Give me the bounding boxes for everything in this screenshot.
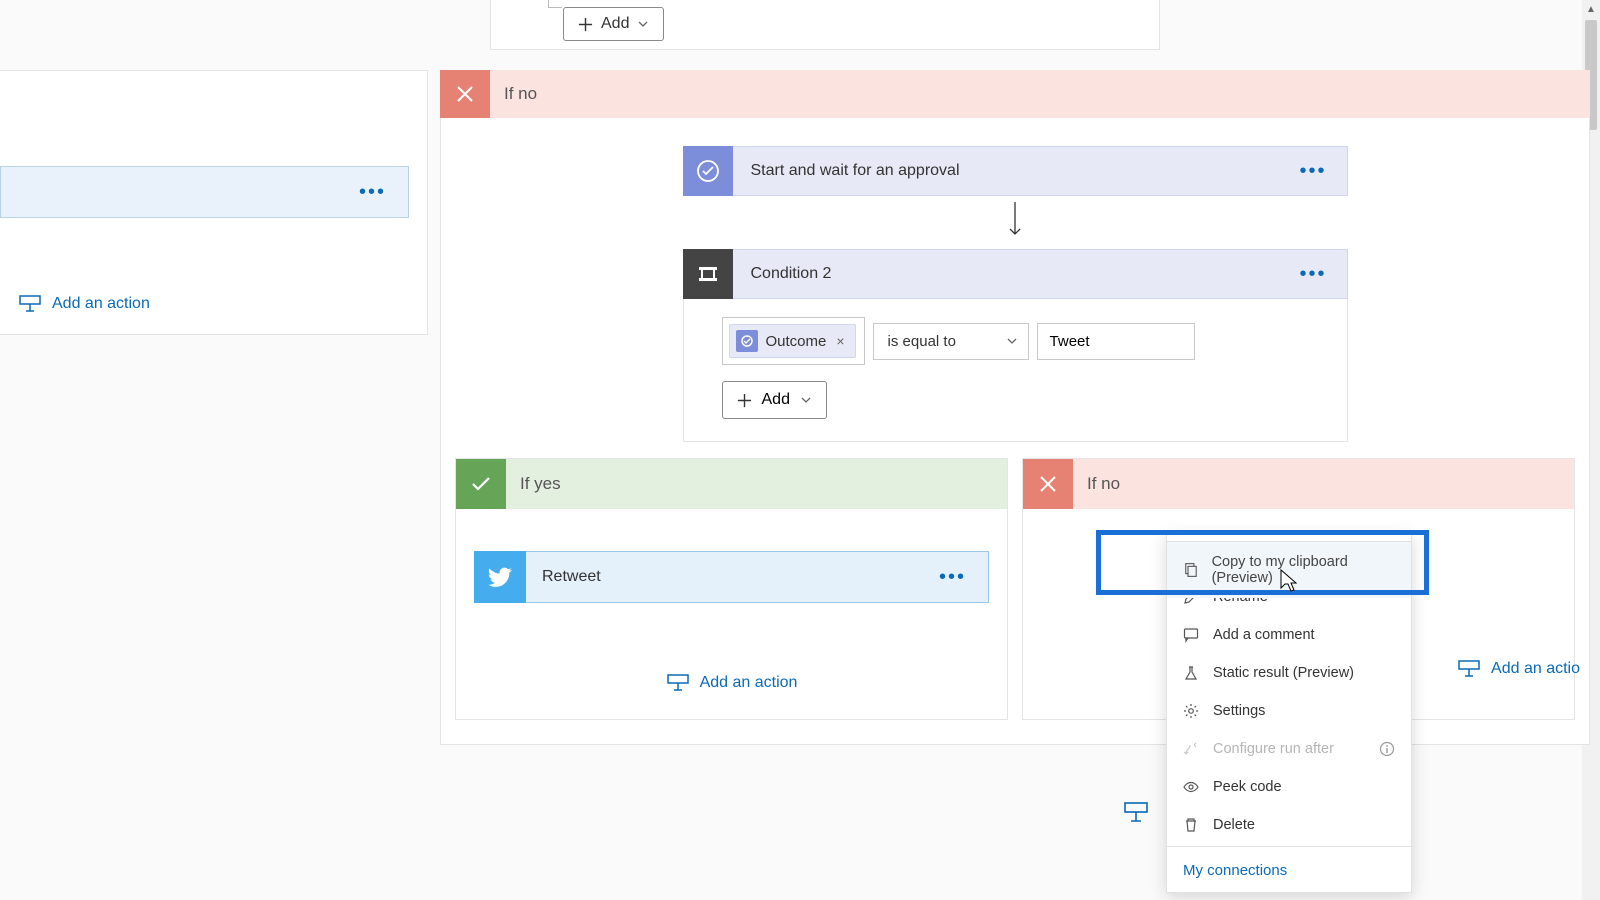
approval-icon xyxy=(683,146,733,196)
if-no-branch-main: If no Start and wait for an approval •••… xyxy=(440,70,1590,745)
condition-icon xyxy=(683,249,733,299)
menu-my-connections[interactable]: My connections xyxy=(1167,849,1411,892)
x-icon-box xyxy=(1023,459,1073,509)
copy-icon xyxy=(1183,562,1198,578)
trash-icon xyxy=(1183,817,1199,833)
x-icon xyxy=(1037,473,1059,495)
x-icon xyxy=(454,83,476,105)
top-container: Add xyxy=(490,0,1160,50)
add-label: Add xyxy=(762,391,790,409)
menu-peek-code[interactable]: Peek code xyxy=(1167,768,1411,806)
check-icon-box xyxy=(456,459,506,509)
token-icon xyxy=(736,330,758,352)
approval-action-card[interactable]: Start and wait for an approval ••• xyxy=(683,146,1348,196)
add-action-icon xyxy=(666,673,690,693)
approval-more-icon[interactable]: ••• xyxy=(1279,160,1346,183)
menu-copy-clipboard[interactable]: Copy to my clipboard (Preview) xyxy=(1166,541,1412,598)
condition-title: Condition 2 xyxy=(733,265,832,283)
token-label: Outcome xyxy=(766,333,827,350)
chevron-down-icon xyxy=(1006,335,1018,347)
gear-icon xyxy=(1183,703,1199,719)
add-action-yes-label: Add an action xyxy=(700,674,798,692)
condition-card[interactable]: Condition 2 ••• xyxy=(683,249,1348,299)
branch-header-yes: If yes xyxy=(456,459,1007,509)
menu-settings-label: Settings xyxy=(1213,703,1265,719)
add-action-no-label: Add an actio xyxy=(1491,660,1580,678)
add-action-left[interactable]: Add an action xyxy=(0,218,427,334)
approval-title: Start and wait for an approval xyxy=(733,162,960,180)
menu-settings[interactable]: Settings xyxy=(1167,692,1411,730)
flask-icon xyxy=(1183,665,1199,681)
more-icon[interactable]: ••• xyxy=(359,181,386,204)
add-button-label: Add xyxy=(601,15,629,33)
branch-label: If no xyxy=(490,84,537,104)
retweet-title: Retweet xyxy=(526,568,601,586)
scroll-up-arrow[interactable]: ▲ xyxy=(1582,0,1600,18)
x-icon-box xyxy=(440,70,490,118)
condition-value-input[interactable]: Tweet xyxy=(1037,323,1195,360)
add-action-label: Add an action xyxy=(52,295,150,313)
plus-icon xyxy=(578,17,593,32)
outcome-token[interactable]: Outcome × xyxy=(729,324,856,358)
condition-body: Outcome × is equal to Tweet Add xyxy=(683,299,1348,442)
check-icon xyxy=(469,472,493,496)
branch-body: Start and wait for an approval ••• Condi… xyxy=(440,118,1590,745)
nested-no-label: If no xyxy=(1073,474,1120,494)
condition-add-button[interactable]: Add xyxy=(722,381,827,419)
left-branch-panel: ••• Add an action xyxy=(0,70,428,335)
menu-static-label: Static result (Preview) xyxy=(1213,665,1354,681)
menu-peek-label: Peek code xyxy=(1213,779,1282,795)
branch-header-no: If no xyxy=(440,70,1590,118)
menu-configure-label: Configure run after xyxy=(1213,741,1334,757)
condition-left-operand[interactable]: Outcome × xyxy=(722,317,865,365)
eye-icon xyxy=(1183,779,1199,795)
chevron-down-icon xyxy=(800,394,812,406)
peek-action-card[interactable]: ••• xyxy=(0,166,409,218)
comment-icon xyxy=(1183,627,1199,643)
menu-connections-label: My connections xyxy=(1183,862,1287,879)
nested-no-header: If no xyxy=(1023,459,1574,509)
add-button-top[interactable]: Add xyxy=(563,7,664,41)
menu-delete[interactable]: Delete xyxy=(1167,806,1411,844)
if-yes-branch: If yes Retweet ••• Add an action xyxy=(455,458,1008,720)
condition-more-icon[interactable]: ••• xyxy=(1279,263,1346,286)
retweet-action-card[interactable]: Retweet ••• xyxy=(474,551,989,603)
add-action-icon xyxy=(18,294,42,314)
flow-arrow xyxy=(683,196,1348,249)
retweet-more-icon[interactable]: ••• xyxy=(917,566,988,589)
twitter-icon xyxy=(474,551,526,603)
branch-icon xyxy=(1183,741,1199,757)
menu-delete-label: Delete xyxy=(1213,817,1255,833)
operator-label: is equal to xyxy=(888,333,956,350)
menu-comment[interactable]: Add a comment xyxy=(1167,616,1411,654)
bottom-add-action-icon[interactable] xyxy=(1122,800,1150,829)
add-action-yes[interactable]: Add an action xyxy=(456,603,1007,719)
plus-icon xyxy=(737,393,752,408)
menu-comment-label: Add a comment xyxy=(1213,627,1315,643)
menu-configure-run-after: Configure run after xyxy=(1167,730,1411,768)
menu-copy-label: Copy to my clipboard (Preview) xyxy=(1212,554,1395,586)
chevron-down-icon xyxy=(637,18,649,30)
menu-static-result[interactable]: Static result (Preview) xyxy=(1167,654,1411,692)
if-yes-label: If yes xyxy=(506,474,561,494)
condition-value: Tweet xyxy=(1050,333,1090,350)
token-remove-icon[interactable]: × xyxy=(836,333,844,349)
add-action-icon xyxy=(1457,659,1481,679)
info-icon xyxy=(1379,741,1395,757)
menu-divider xyxy=(1167,846,1411,847)
operator-select[interactable]: is equal to xyxy=(873,323,1029,360)
